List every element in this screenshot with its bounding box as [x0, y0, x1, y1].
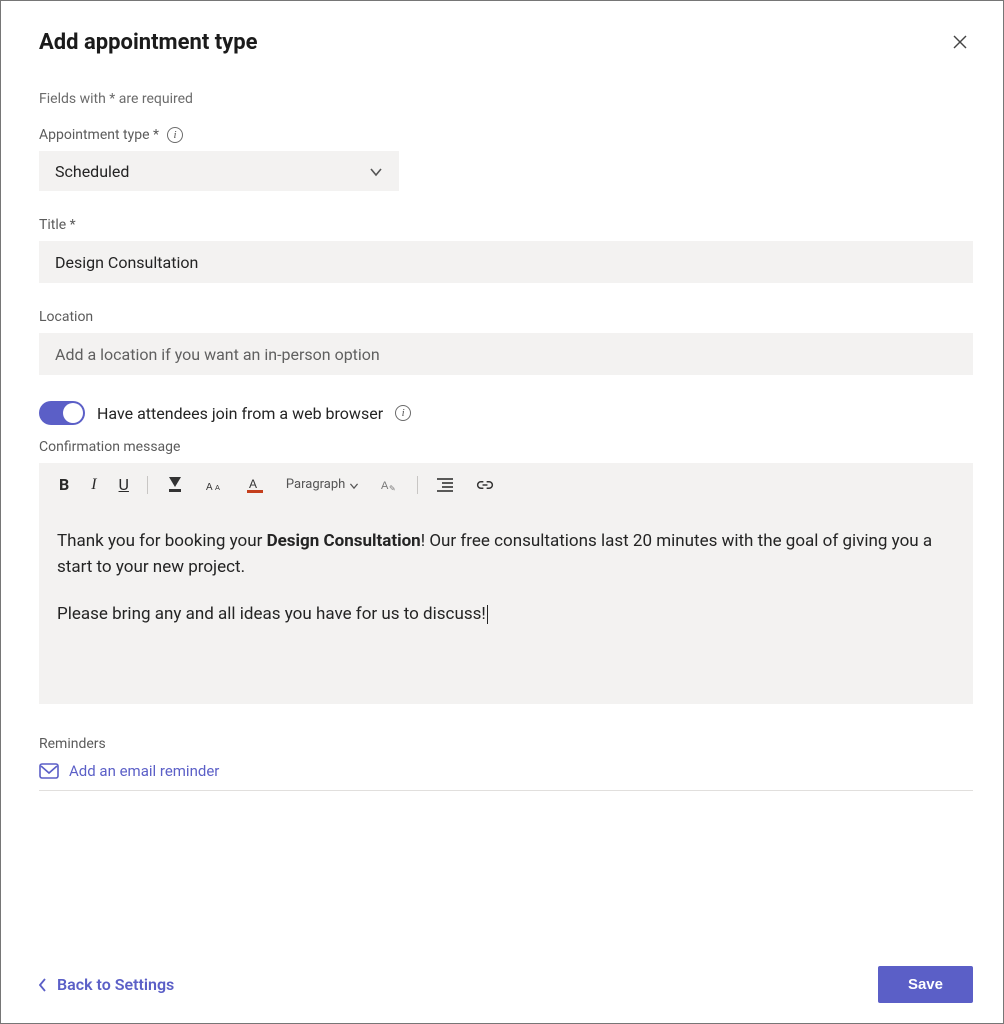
highlighter-icon	[166, 477, 184, 493]
svg-text:A: A	[206, 481, 213, 492]
chevron-left-icon	[39, 978, 47, 992]
add-appointment-type-modal: Add appointment type Fields with * are r…	[0, 0, 1004, 1024]
svg-text:A: A	[215, 482, 220, 491]
add-email-reminder-button[interactable]: Add an email reminder	[39, 762, 973, 790]
required-fields-hint: Fields with * are required	[39, 91, 973, 107]
paragraph-style-select[interactable]: Paragraph	[282, 475, 363, 494]
title-input[interactable]	[39, 241, 973, 283]
svg-text:A: A	[381, 480, 389, 492]
chevron-down-icon	[349, 480, 359, 490]
underline-button[interactable]: U	[115, 473, 133, 496]
web-join-row: Have attendees join from a web browser i	[39, 401, 973, 425]
indent-icon	[436, 477, 454, 493]
toolbar-separator	[147, 476, 148, 494]
reminders-label: Reminders	[39, 736, 973, 752]
font-color-button[interactable]: A	[242, 475, 268, 495]
location-label: Location	[39, 309, 973, 325]
highlight-button[interactable]	[162, 475, 188, 495]
appointment-type-value: Scheduled	[55, 162, 129, 181]
link-button[interactable]	[472, 475, 498, 495]
font-color-icon: A	[246, 477, 264, 493]
toolbar-separator	[417, 476, 418, 494]
modal-footer: Back to Settings Save	[39, 954, 973, 1003]
font-size-icon: AA	[206, 477, 224, 493]
save-button[interactable]: Save	[878, 966, 973, 1003]
font-size-button[interactable]: AA	[202, 475, 228, 495]
info-icon[interactable]: i	[395, 405, 411, 421]
clear-formatting-button[interactable]: A✎	[377, 475, 403, 495]
text-cursor	[487, 605, 488, 624]
close-icon	[953, 29, 967, 54]
editor-toolbar: B I U AA A Paragraph	[39, 463, 973, 504]
svg-text:✎: ✎	[389, 484, 396, 493]
close-button[interactable]	[947, 27, 973, 57]
clear-formatting-icon: A✎	[381, 477, 399, 493]
reminders-section: Reminders Add an email reminder	[39, 736, 973, 791]
modal-header: Add appointment type	[39, 27, 973, 57]
appointment-type-select[interactable]: Scheduled	[39, 151, 399, 191]
toggle-knob	[63, 403, 83, 423]
modal-title: Add appointment type	[39, 30, 258, 55]
confirmation-editor: B I U AA A Paragraph	[39, 463, 973, 704]
mail-icon	[39, 763, 59, 779]
info-icon[interactable]: i	[167, 127, 183, 143]
confirmation-textarea[interactable]: Thank you for booking your Design Consul…	[39, 504, 973, 664]
italic-button[interactable]: I	[87, 474, 100, 496]
location-input[interactable]	[39, 333, 973, 375]
chevron-down-icon	[369, 164, 383, 178]
link-icon	[476, 477, 494, 493]
svg-text:A: A	[249, 477, 257, 491]
indent-button[interactable]	[432, 475, 458, 495]
title-label: Title *	[39, 217, 973, 233]
web-join-toggle[interactable]	[39, 401, 85, 425]
bold-button[interactable]: B	[55, 473, 73, 496]
appointment-type-label: Appointment type * i	[39, 127, 973, 143]
back-to-settings-link[interactable]: Back to Settings	[39, 975, 174, 994]
web-join-label: Have attendees join from a web browser	[97, 404, 383, 423]
confirmation-label: Confirmation message	[39, 439, 973, 455]
